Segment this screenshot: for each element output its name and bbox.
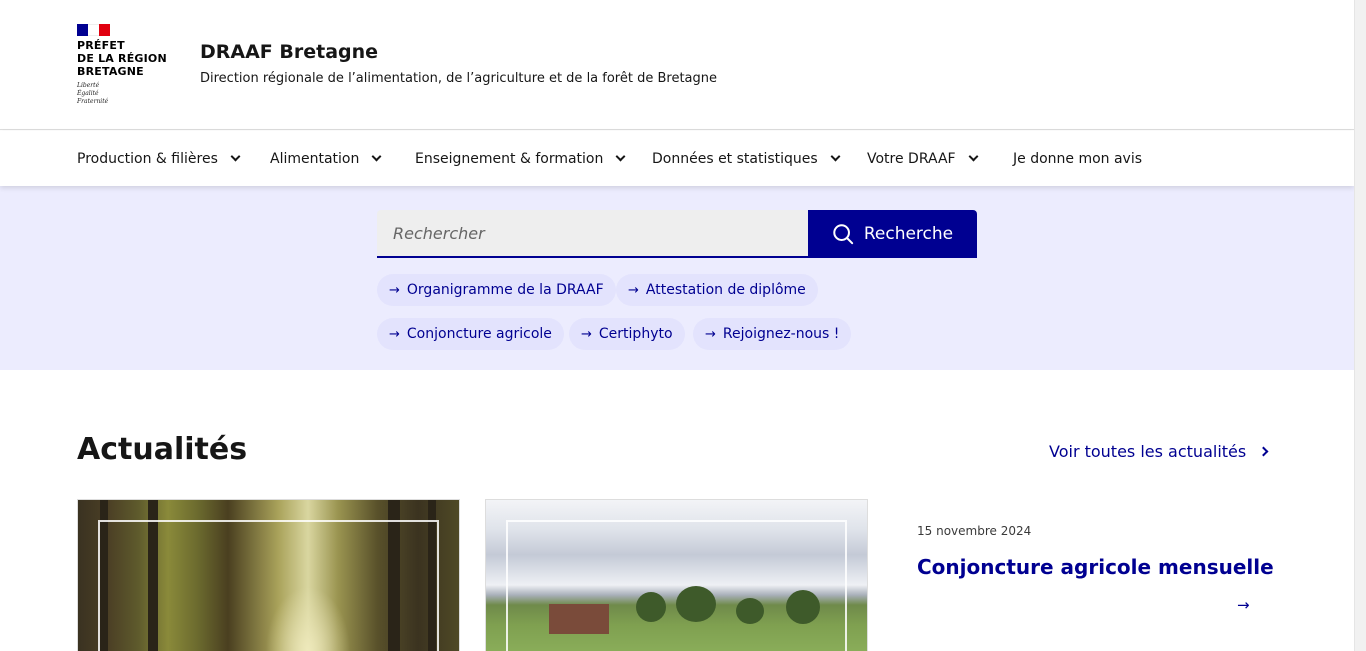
quick-link-label: Conjoncture agricole [406,326,552,342]
nav-item-label: Alimentation [270,150,360,167]
prefet-logo[interactable]: PRÉFET DE LA RÉGION BRETAGNE Liberté Éga… [77,24,177,106]
site-header: PRÉFET DE LA RÉGION BRETAGNE Liberté Éga… [0,0,1354,130]
quick-link-attestation[interactable]: → Attestation de diplôme [616,274,818,306]
arrow-right-icon: → [389,282,400,298]
arrow-right-icon: → [628,282,639,298]
quick-link-certiphyto[interactable]: → Certiphyto [569,318,685,350]
quick-link-conjoncture[interactable]: → Conjoncture agricole [377,318,564,350]
quick-link-label: Organigramme de la DRAAF [406,282,604,298]
page-scrollbar[interactable] [1354,0,1366,651]
quick-link-rejoignez[interactable]: → Rejoignez-nous ! [693,318,852,350]
news-card-image-forest[interactable] [77,499,460,651]
search-icon [833,224,854,245]
nav-item-enseignement[interactable]: Enseignement & formation [415,131,626,186]
search-input[interactable] [377,210,808,258]
see-all-news-label: Voir toutes les actualités [1049,442,1247,461]
chevron-down-icon [830,151,841,162]
quick-link-organigramme[interactable]: → Organigramme de la DRAAF [377,274,616,306]
news-heading: Actualités [77,432,248,467]
logo-line-2: DE LA RÉGION [77,52,167,65]
nav-item-label: Production & filières [77,150,218,167]
nav-item-donnees[interactable]: Données et statistiques [652,131,841,186]
news-date: 15 novembre 2024 [917,524,1032,538]
chevron-right-icon [1258,446,1269,457]
quick-link-label: Rejoignez-nous ! [722,326,840,342]
quick-link-label: Certiphyto [598,326,673,342]
chevron-down-icon [230,151,241,162]
nav-item-votre-draaf[interactable]: Votre DRAAF [867,131,979,186]
motto-liberte: Liberté [77,82,100,89]
chevron-down-icon [371,151,382,162]
logo-line-1: PRÉFET [77,39,125,52]
nav-item-alimentation[interactable]: Alimentation [270,131,382,186]
news-title-link[interactable]: Conjoncture agricole mensuelle [917,555,1274,579]
arrow-right-icon: → [389,326,400,342]
chevron-down-icon [615,151,626,162]
page: PRÉFET DE LA RÉGION BRETAGNE Liberté Éga… [0,0,1354,651]
search-band: Recherche → Organigramme de la DRAAF → A… [0,186,1354,370]
french-flag-icon [77,24,110,36]
search-button-label: Recherche [863,224,954,244]
site-subtitle: Direction régionale de l’alimentation, d… [200,71,718,86]
logo-text: PRÉFET DE LA RÉGION BRETAGNE [77,39,177,78]
motto-egalite: Égalité [77,90,99,97]
nav-item-avis[interactable]: Je donne mon avis [1013,131,1142,186]
nav-item-label: Je donne mon avis [1013,150,1143,167]
logo-line-3: BRETAGNE [77,65,144,78]
arrow-right-icon: → [581,326,592,342]
arrow-right-icon[interactable]: → [1237,596,1250,614]
logo-motto: Liberté Égalité Fraternité [77,82,177,106]
nav-item-label: Données et statistiques [652,150,818,167]
nav-item-label: Enseignement & formation [415,150,604,167]
image-frame [98,520,439,651]
nav-item-label: Votre DRAAF [867,150,956,167]
search-button[interactable]: Recherche [808,210,977,258]
arrow-right-icon: → [705,326,716,342]
chevron-down-icon [968,151,979,162]
quick-link-label: Attestation de diplôme [645,282,806,298]
main-navigation: Production & filières Alimentation Ensei… [0,131,1354,186]
image-frame [506,520,847,651]
nav-item-production[interactable]: Production & filières [77,131,241,186]
motto-fraternite: Fraternité [77,98,109,105]
news-card-image-farm[interactable] [485,499,868,651]
site-title[interactable]: DRAAF Bretagne [200,41,378,63]
see-all-news-link[interactable]: Voir toutes les actualités [1049,442,1269,461]
